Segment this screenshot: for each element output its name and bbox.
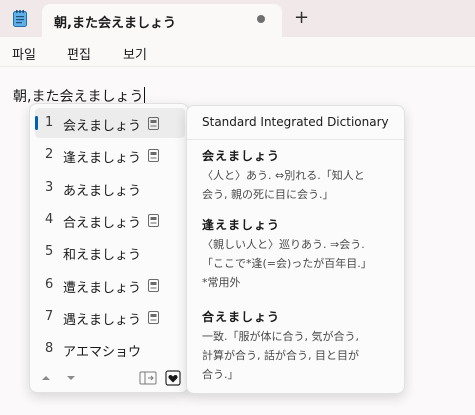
- entry-definition-line: 会う, 親の死に目に会う.」: [202, 188, 334, 201]
- entry-definition-line: 一致.「服が体に合う, 気が合う,: [202, 330, 359, 343]
- dictionary-icon: [148, 149, 159, 163]
- candidate-number: 2: [45, 147, 54, 163]
- candidate-text: アエマショウ: [63, 345, 142, 361]
- candidate-number: 6: [45, 276, 54, 292]
- entry-definition-line: 〈人と〉あう. ⇔別れる.「知人と: [202, 169, 365, 182]
- unsaved-indicator-icon[interactable]: [257, 15, 265, 23]
- dictionary-title: Standard Integrated Dictionary: [202, 115, 389, 129]
- dictionary-entry: 合えましょう一致.「服が体に合う, 気が合う, 計算が合う, 話が合う, 目と目が…: [202, 308, 402, 384]
- candidate-number: 7: [45, 308, 54, 324]
- text-caret: [144, 87, 146, 104]
- menu-view[interactable]: 보기: [123, 44, 147, 63]
- entry-definition-line: *常用外: [202, 276, 241, 289]
- new-tab-button[interactable]: +: [294, 6, 309, 30]
- candidate-number: 4: [45, 211, 54, 227]
- candidate-item[interactable]: 7 遇えましょう: [35, 302, 185, 332]
- candidate-text: あえましょう: [63, 183, 142, 199]
- entry-headword: 会えましょう: [202, 149, 281, 163]
- dictionary-entry: 逢えましょう〈親しい人と〉巡りあう. ⇒会う. 「ここで*逢(=会)ったが百年目.…: [202, 216, 402, 292]
- ime-candidate-window: 1 会えましょう 2 逢えましょう 3 あえましょう 4 合えましょう 5 和えましょう 6 遭えまし…: [29, 103, 189, 393]
- dictionary-icon: [148, 310, 159, 324]
- candidate-text: 遭えましょう: [63, 280, 142, 296]
- arrow-down-icon[interactable]: [65, 370, 77, 386]
- tab-title: 朝,また会えましょう: [54, 16, 176, 31]
- dictionary-panel: Standard Integrated Dictionary 会えましょう〈人と…: [186, 105, 405, 394]
- selection-indicator: [35, 116, 38, 130]
- arrow-up-icon[interactable]: [40, 370, 52, 386]
- candidate-number: 8: [45, 341, 54, 357]
- notepad-icon[interactable]: [13, 10, 27, 27]
- dictionary-divider: [187, 139, 404, 140]
- candidate-number: 5: [45, 244, 54, 260]
- candidate-number: 3: [45, 179, 54, 195]
- candidate-item[interactable]: 3 あえましょう: [35, 173, 185, 203]
- title-bar: 朝,また会えましょう +: [0, 0, 475, 37]
- candidate-text: 和えましょう: [63, 248, 142, 264]
- candidate-text: 合えましょう: [63, 215, 142, 231]
- entry-definition-line: 合う.」: [202, 368, 239, 381]
- document-tab[interactable]: 朝,また会えましょう: [42, 4, 282, 37]
- candidate-item[interactable]: 1 会えましょう: [35, 108, 185, 138]
- entry-headword: 合えましょう: [202, 310, 281, 324]
- entry-definition-line: 計算が合う, 話が合う, 目と目が: [202, 349, 359, 362]
- expand-panel-icon[interactable]: [139, 370, 157, 386]
- dictionary-icon: [148, 278, 159, 292]
- menu-file[interactable]: 파일: [12, 44, 36, 63]
- entry-definition-line: 「ここで*逢(=会)ったが百年目.」: [202, 257, 372, 270]
- candidate-item[interactable]: 8 アエマショウ: [35, 334, 185, 364]
- dictionary-icon: [148, 213, 159, 227]
- candidate-panel-footer: [30, 364, 188, 392]
- candidate-text: 逢えましょう: [63, 151, 142, 167]
- dictionary-icon: [148, 117, 159, 130]
- menu-bar: 파일 편집 보기: [0, 37, 475, 67]
- candidate-item[interactable]: 4 合えましょう: [35, 205, 185, 235]
- menu-edit[interactable]: 편집: [67, 44, 91, 63]
- entry-headword: 逢えましょう: [202, 218, 281, 232]
- candidate-item[interactable]: 5 和えましょう: [35, 237, 185, 267]
- candidate-number: 1: [45, 115, 54, 130]
- candidate-text: 会えましょう: [63, 119, 142, 134]
- candidate-item[interactable]: 6 遭えましょう: [35, 270, 185, 300]
- candidate-text: 遇えましょう: [63, 312, 142, 328]
- candidate-item[interactable]: 2 逢えましょう: [35, 140, 185, 170]
- favorite-icon[interactable]: [165, 370, 181, 386]
- entry-definition-line: 〈親しい人と〉巡りあう. ⇒会う.: [202, 238, 365, 251]
- dictionary-entry: 会えましょう〈人と〉あう. ⇔別れる.「知人と 会う, 親の死に目に会う.」: [202, 147, 402, 204]
